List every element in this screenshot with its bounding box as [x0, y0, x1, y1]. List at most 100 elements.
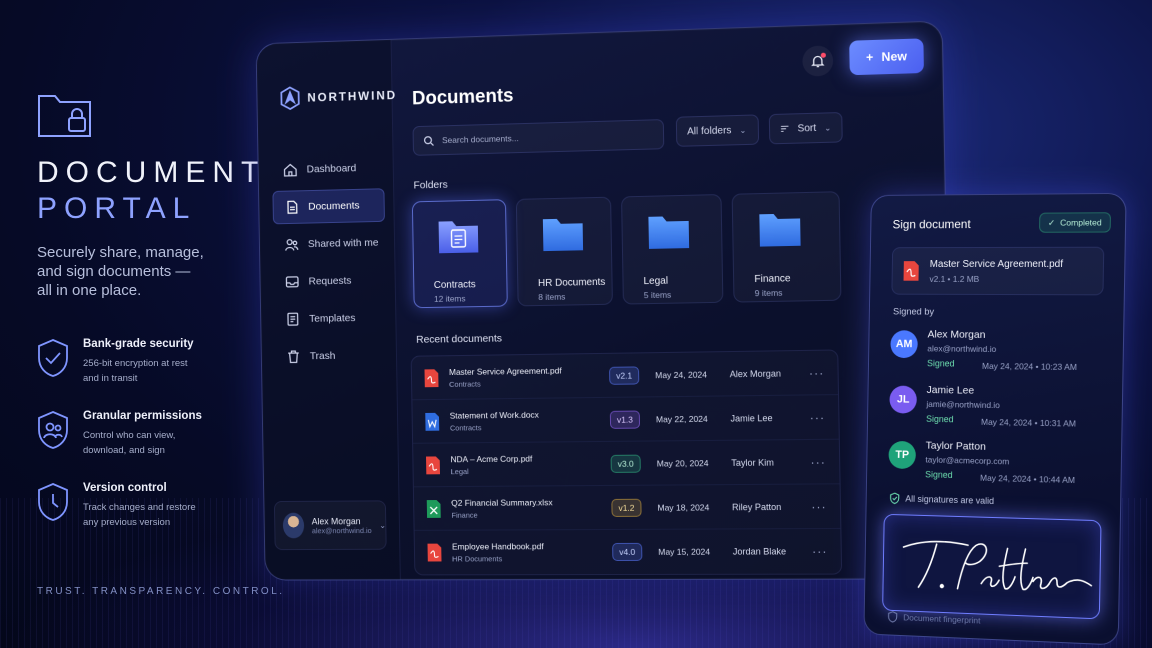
pdf-file-icon: [427, 543, 442, 562]
table-row[interactable]: Q2 Financial Summary.xlsx Finance v1.2 M…: [413, 484, 841, 531]
file-name: Employee Handbook.pdf: [451, 541, 544, 552]
folder-name: HR Documents: [537, 276, 606, 290]
new-button-label: New: [881, 49, 908, 65]
signer-avatar: TP: [888, 440, 917, 470]
table-row[interactable]: Statement of Work.docx Contracts v1.3 Ma…: [412, 395, 839, 444]
table-row[interactable]: Employee Handbook.pdf HR Documents v4.0 …: [415, 529, 842, 574]
signer-email: jamie@northwind.io: [926, 398, 1001, 411]
file-folder: Legal: [450, 466, 469, 476]
feature-desc: Control who can view, download, and sign: [83, 430, 176, 456]
file-name: Statement of Work.docx: [449, 409, 539, 421]
version-badge: v3.0: [610, 454, 641, 473]
row-more-menu[interactable]: ···: [810, 455, 826, 469]
file-folder: Finance: [451, 510, 478, 520]
hero-subtitle: Securely share, manage, and sign documen…: [37, 244, 204, 299]
modified-date: May 24, 2024: [655, 368, 708, 380]
shield-check-icon: [890, 492, 900, 504]
signature-validity: All signatures are valid: [890, 492, 994, 507]
sidebar-item-documents[interactable]: Documents: [272, 188, 385, 225]
word-file-icon: [425, 412, 440, 431]
folder-count: 9 items: [754, 287, 783, 299]
folder-grid: Contracts 12 items HR Documents 8 items …: [411, 191, 842, 309]
modified-date: May 18, 2024: [657, 501, 710, 513]
excel-file-icon: [426, 499, 441, 518]
sign-file-card[interactable]: Master Service Agreement.pdf v2.1 • 1.2 …: [891, 246, 1105, 296]
folder-card-hr-documents[interactable]: HR Documents 8 items: [515, 196, 613, 307]
avatar: [282, 512, 305, 539]
search-bar: [412, 119, 665, 156]
signer-timestamp: May 24, 2024 • 10:44 AM: [979, 472, 1076, 486]
file-folder: HR Documents: [452, 554, 503, 564]
notification-dot: [820, 52, 826, 58]
signed-by-heading: Signed by: [892, 306, 935, 318]
signature-pad[interactable]: [882, 513, 1102, 620]
feature-version-control: Version control Track changes and restor…: [37, 482, 237, 530]
feature-title: Granular permissions: [83, 410, 202, 422]
user-email: alex@northwind.io: [311, 525, 372, 535]
table-row[interactable]: Master Service Agreement.pdf Contracts v…: [411, 350, 839, 401]
sort-button[interactable]: Sort ⌄: [768, 111, 843, 145]
user-menu[interactable]: Alex Morgan alex@northwind.io ⌄: [273, 500, 387, 551]
signer-name: Jamie Lee: [926, 384, 975, 397]
document-icon: [285, 200, 299, 214]
row-more-menu[interactable]: ···: [811, 499, 827, 513]
row-more-menu[interactable]: ···: [810, 410, 826, 424]
hero-title-accent: PORTAL: [37, 192, 197, 225]
home-icon: [283, 163, 297, 177]
folder-name: Legal: [643, 275, 669, 288]
sidebar-item-shared[interactable]: Shared with me: [273, 226, 386, 262]
check-icon: ✓: [1047, 217, 1056, 228]
version-badge: v1.2: [611, 498, 642, 517]
folder-card-legal[interactable]: Legal 5 items: [621, 194, 724, 305]
sign-panel-title: Sign document: [892, 217, 971, 232]
feature-desc: 256-bit encryption at rest and in transi…: [83, 358, 188, 384]
sidebar-item-label: Dashboard: [306, 162, 357, 176]
feature-title: Bank-grade security: [83, 338, 194, 350]
sign-file-meta: v2.1 • 1.2 MB: [929, 273, 980, 284]
folder-icon: [648, 215, 690, 249]
signer-avatar: AM: [890, 330, 918, 359]
shield-check-icon: [888, 611, 898, 623]
sign-file-name: Master Service Agreement.pdf: [929, 258, 1064, 270]
hero: DOCUMENT PORTAL Securely share, manage, …: [37, 88, 259, 300]
file-name: NDA – Acme Corp.pdf: [450, 453, 533, 464]
new-button[interactable]: + New: [849, 38, 924, 76]
folder-icon: [542, 218, 584, 252]
signer-email: taylor@acmecorp.com: [925, 454, 1010, 467]
status-label: Completed: [1060, 217, 1102, 228]
folder-card-finance[interactable]: Finance 9 items: [731, 191, 842, 303]
search-input[interactable]: [441, 129, 641, 146]
folder-lock-icon: [38, 95, 91, 137]
folder-count: 5 items: [643, 289, 672, 301]
table-row[interactable]: NDA – Acme Corp.pdf Legal v3.0 May 20, 2…: [413, 439, 840, 488]
page-title: Documents: [411, 85, 514, 110]
file-folder: Contracts: [449, 379, 481, 389]
sidebar-item-trash[interactable]: Trash: [275, 338, 388, 373]
user-name: Alex Morgan: [311, 515, 361, 526]
signer-email: alex@northwind.io: [927, 343, 997, 355]
row-more-menu[interactable]: ···: [809, 365, 825, 379]
sidebar-item-dashboard[interactable]: Dashboard: [272, 151, 385, 187]
folder-card-contracts[interactable]: Contracts 12 items: [411, 199, 508, 309]
feature-permissions: Granular permissions Control who can vie…: [37, 410, 237, 458]
status-badge: ✓ Completed: [1038, 212, 1112, 233]
brand[interactable]: NORTHWIND: [280, 83, 397, 110]
sort-label: Sort: [797, 122, 817, 135]
signer-status: Signed: [927, 358, 955, 369]
signer-avatar: JL: [889, 385, 917, 414]
tagline: TRUST. TRANSPARENCY. CONTROL.: [37, 586, 285, 597]
signer-timestamp: May 24, 2024 • 10:31 AM: [980, 416, 1077, 429]
inbox-icon: [285, 275, 299, 289]
sidebar-item-requests[interactable]: Requests: [274, 263, 387, 299]
signer-name: Alex Morgan: [927, 328, 986, 341]
signer-row: AM Alex Morgan alex@northwind.io Signed …: [890, 328, 1105, 380]
plus-icon: +: [865, 50, 874, 65]
sidebar-item-templates[interactable]: Templates: [274, 301, 387, 336]
signer-row: JL Jamie Lee jamie@northwind.io Signed M…: [889, 384, 1104, 438]
chevron-down-icon: ⌄: [739, 125, 747, 135]
recent-documents-table: Master Service Agreement.pdf Contracts v…: [410, 349, 843, 576]
northwind-logo-icon: [280, 86, 300, 110]
folder-filter-select[interactable]: All folders ⌄: [675, 114, 760, 147]
row-more-menu[interactable]: ···: [812, 544, 828, 558]
notifications-button[interactable]: [802, 45, 834, 77]
